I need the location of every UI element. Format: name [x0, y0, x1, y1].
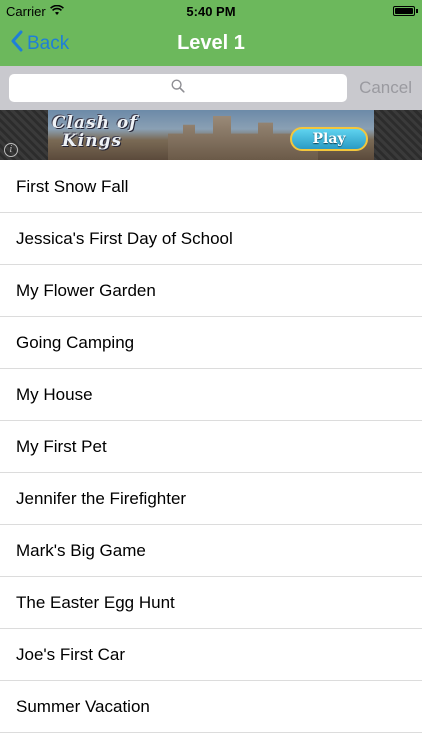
app-screen: Carrier 5:40 PM Back Level 1 Cancel i Cl… [0, 0, 422, 750]
list-item[interactable]: Summer Vacation [0, 681, 422, 733]
page-title: Level 1 [177, 32, 245, 54]
header: Carrier 5:40 PM Back Level 1 [0, 0, 422, 66]
list-item[interactable]: First Snow Fall [0, 161, 422, 213]
list-item[interactable]: Jennifer the Firefighter [0, 473, 422, 525]
search-field[interactable] [9, 74, 347, 102]
list-item[interactable]: Mark's Big Game [0, 525, 422, 577]
battery-icon [393, 6, 415, 16]
ad-image[interactable]: Clash of Kings Play [48, 110, 374, 160]
list-item[interactable]: My First Pet [0, 421, 422, 473]
list-item[interactable]: My Flower Garden [0, 265, 422, 317]
list-item[interactable]: My House [0, 369, 422, 421]
status-bar: Carrier 5:40 PM [0, 0, 422, 22]
battery-fill [395, 8, 413, 14]
battery-tip [416, 9, 418, 13]
status-time: 5:40 PM [186, 4, 236, 19]
ad-banner: i Clash of Kings Play [0, 110, 422, 160]
search-bar: Cancel [0, 66, 422, 110]
search-input[interactable] [9, 74, 347, 102]
ad-logo: Clash of Kings [52, 114, 138, 150]
ad-logo-line1: Clash of [52, 113, 138, 133]
story-list: First Snow Fall Jessica's First Day of Sc… [0, 161, 422, 733]
list-item[interactable]: Going Camping [0, 317, 422, 369]
info-icon[interactable]: i [4, 143, 18, 157]
list-item[interactable]: Joe's First Car [0, 629, 422, 681]
nav-bar: Back Level 1 [0, 22, 422, 66]
cancel-button[interactable]: Cancel [359, 78, 412, 98]
ad-logo-line2: Kings [62, 131, 123, 151]
ad-play-button[interactable]: Play [290, 127, 368, 151]
list-item[interactable]: Jessica's First Day of School [0, 213, 422, 265]
list-item[interactable]: The Easter Egg Hunt [0, 577, 422, 629]
